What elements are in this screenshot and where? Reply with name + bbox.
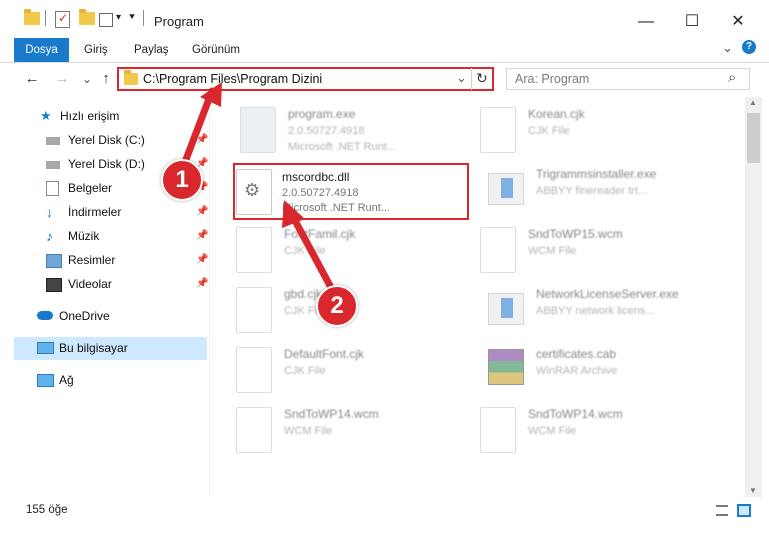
step-badge-2: 2 [316, 285, 358, 327]
step-badge-1: 1 [161, 159, 203, 201]
arrow-2 [288, 211, 339, 299]
arrow-1 [178, 87, 216, 174]
annotation-arrows [178, 82, 339, 299]
